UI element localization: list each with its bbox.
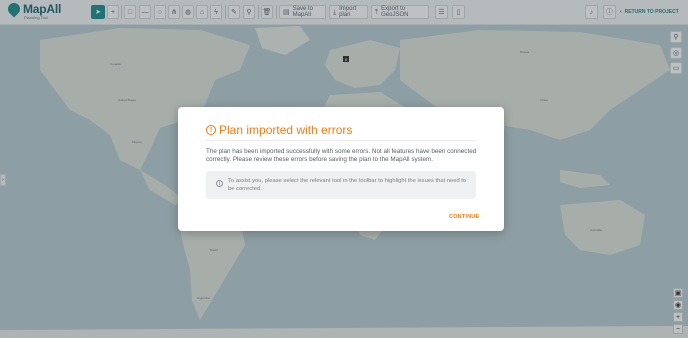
continue-button[interactable]: CONTINUE — [449, 214, 479, 220]
info-callout: i To assist you, please select the relev… — [206, 171, 476, 199]
dialog-divider — [206, 140, 476, 141]
dialog-body: The plan has been imported successfully … — [206, 148, 477, 164]
dialog-title-text: Plan imported with errors — [219, 123, 353, 137]
import-errors-dialog: ! Plan imported with errors The plan has… — [178, 107, 504, 231]
warning-icon: ! — [206, 125, 216, 135]
info-icon: i — [216, 180, 223, 187]
info-callout-text: To assist you, please select the relevan… — [228, 178, 467, 192]
dialog-title: ! Plan imported with errors — [206, 123, 352, 137]
